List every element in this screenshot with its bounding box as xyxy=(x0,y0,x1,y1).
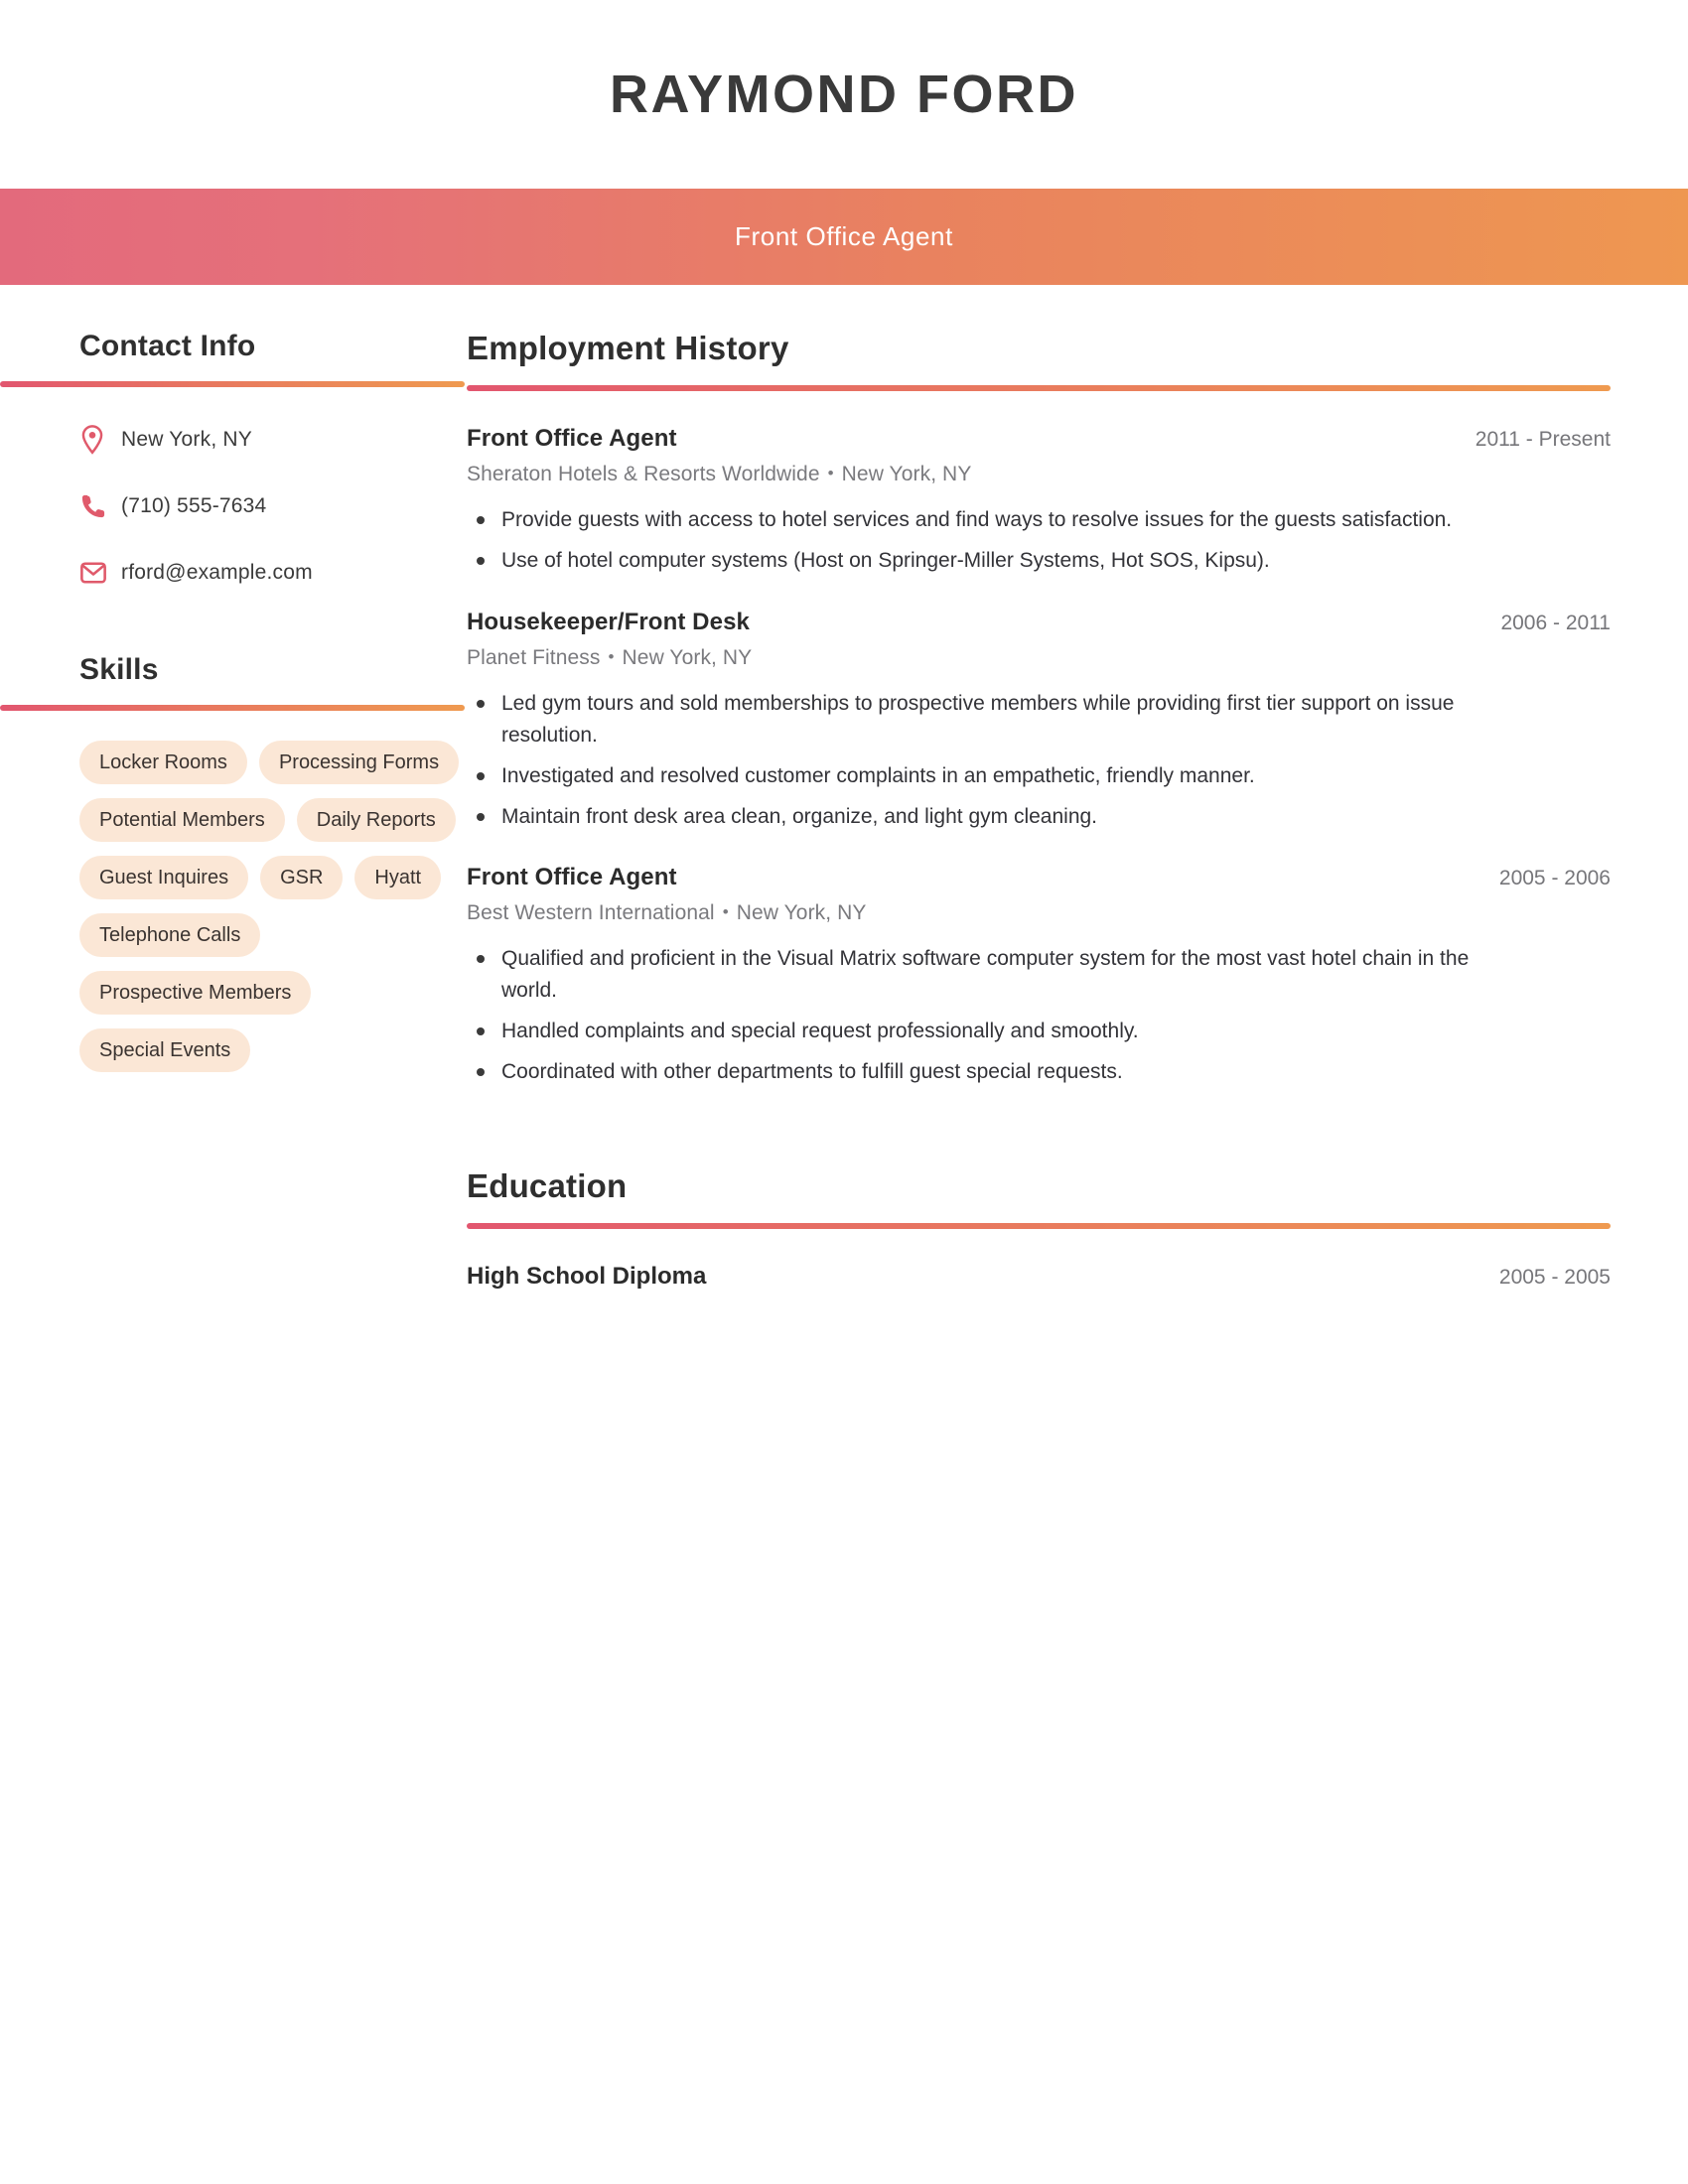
job-bullet-text: Use of hotel computer systems (Host on S… xyxy=(501,548,1270,572)
education-header: High School Diploma 2005 - 2005 xyxy=(467,1263,1611,1291)
job-header: Front Office Agent 2005 - 2006 xyxy=(467,864,1611,891)
job-meta: Planet Fitness • New York, NY xyxy=(467,646,1611,670)
contact-location-value: New York, NY xyxy=(121,428,252,451)
skills-section: Skills Locker Rooms Processing Forms Pot… xyxy=(0,653,467,1072)
job-company: Planet Fitness xyxy=(467,645,601,669)
job-company: Sheraton Hotels & Resorts Worldwide xyxy=(467,463,820,485)
bullet-dot-icon xyxy=(477,771,485,780)
bullet-dot-icon xyxy=(477,1068,485,1077)
job-dates: 2011 - Present xyxy=(1475,428,1611,451)
skill-pill: Processing Forms xyxy=(258,741,460,784)
resume-header: RAYMOND FORD xyxy=(0,0,1688,189)
job-bullet-text: Led gym tours and sold memberships to pr… xyxy=(501,691,1455,747)
skill-pill: Special Events xyxy=(79,1028,251,1072)
location-pin-icon xyxy=(79,424,121,456)
contact-item-phone: (710) 555-7634 xyxy=(79,483,467,529)
job-location: New York, NY xyxy=(736,901,867,925)
job-title-banner: Front Office Agent xyxy=(0,189,1688,285)
skills-divider xyxy=(0,705,465,711)
job-bullet: Coordinated with other departments to fu… xyxy=(467,1056,1504,1088)
job-bullet: Handled complaints and special request p… xyxy=(467,1016,1504,1047)
contact-list: New York, NY (710) 555-7634 rford@exampl… xyxy=(79,417,467,596)
job-entry: Housekeeper/Front Desk 2006 - 2011 Plane… xyxy=(467,609,1611,833)
bullet-dot-icon xyxy=(477,516,485,524)
job-bullet-text: Qualified and proficient in the Visual M… xyxy=(501,947,1470,1003)
education-divider xyxy=(467,1223,1611,1230)
skill-pill: Hyatt xyxy=(354,856,442,899)
job-bullet-text: Investigated and resolved customer compl… xyxy=(501,763,1255,787)
education-entry: High School Diploma 2005 - 2005 xyxy=(467,1263,1611,1291)
job-bullet-text: Provide guests with access to hotel serv… xyxy=(501,508,1453,531)
phone-icon xyxy=(79,492,121,520)
bullet-dot-icon xyxy=(477,556,485,565)
job-bullet: Provide guests with access to hotel serv… xyxy=(467,504,1504,536)
meta-separator-icon: • xyxy=(608,646,615,666)
employment-history-divider xyxy=(467,385,1611,391)
contact-info-divider xyxy=(0,381,465,387)
candidate-job-title: Front Office Agent xyxy=(735,221,953,251)
job-meta: Best Western International • New York, NY xyxy=(467,901,1611,925)
skill-pill: Locker Rooms xyxy=(79,741,247,784)
contact-item-email: rford@example.com xyxy=(79,550,467,596)
job-bullet-text: Coordinated with other departments to fu… xyxy=(501,1060,1123,1084)
job-company: Best Western International xyxy=(467,901,715,925)
job-entry: Front Office Agent 2011 - Present Sherat… xyxy=(467,425,1611,577)
employment-history-section: Employment History Front Office Agent 20… xyxy=(467,330,1611,1088)
bullet-dot-icon xyxy=(477,955,485,964)
job-header: Housekeeper/Front Desk 2006 - 2011 xyxy=(467,609,1611,636)
job-dates: 2005 - 2006 xyxy=(1498,867,1611,890)
skill-pill: Potential Members xyxy=(79,798,285,842)
job-role: Housekeeper/Front Desk xyxy=(467,608,750,635)
education-degree: High School Diploma xyxy=(467,1263,707,1291)
job-bullet: Maintain front desk area clean, organize… xyxy=(467,801,1504,833)
sidebar: Contact Info New York, NY (710) 555-7634… xyxy=(0,330,467,1130)
main-column: Employment History Front Office Agent 20… xyxy=(467,330,1688,1300)
job-entry: Front Office Agent 2005 - 2006 Best West… xyxy=(467,864,1611,1088)
skills-list: Locker Rooms Processing Forms Potential … xyxy=(79,741,467,1072)
education-section: Education High School Diploma 2005 - 200… xyxy=(467,1167,1611,1291)
job-bullet-list: Led gym tours and sold memberships to pr… xyxy=(467,688,1611,833)
contact-email-value: rford@example.com xyxy=(121,561,313,584)
skill-pill: Prospective Members xyxy=(79,971,312,1015)
job-bullet-text: Maintain front desk area clean, organize… xyxy=(501,804,1098,828)
job-location: New York, NY xyxy=(841,463,972,485)
job-meta: Sheraton Hotels & Resorts Worldwide • New … xyxy=(467,463,1611,486)
meta-separator-icon: • xyxy=(722,902,729,922)
contact-phone-value: (710) 555-7634 xyxy=(121,494,267,517)
job-bullet: Led gym tours and sold memberships to pr… xyxy=(467,688,1504,751)
job-header: Front Office Agent 2011 - Present xyxy=(467,425,1611,453)
job-bullet-list: Qualified and proficient in the Visual M… xyxy=(467,943,1611,1088)
skill-pill: Daily Reports xyxy=(296,798,456,842)
education-dates: 2005 - 2005 xyxy=(1498,1266,1611,1290)
job-bullet: Qualified and proficient in the Visual M… xyxy=(467,943,1504,1007)
contact-item-location: New York, NY xyxy=(79,417,467,463)
bullet-dot-icon xyxy=(477,1027,485,1036)
skills-heading: Skills xyxy=(79,653,159,686)
job-bullet: Investigated and resolved customer compl… xyxy=(467,760,1504,792)
skill-pill: Telephone Calls xyxy=(79,913,261,957)
job-dates: 2006 - 2011 xyxy=(1500,611,1611,634)
resume-document: RAYMOND FORD Front Office Agent Contact … xyxy=(0,0,1688,2184)
skill-pill: Guest Inquires xyxy=(79,856,249,899)
bullet-dot-icon xyxy=(477,812,485,821)
meta-separator-icon: • xyxy=(827,464,834,482)
employment-history-heading: Employment History xyxy=(467,330,789,366)
skill-pill: GSR xyxy=(260,856,344,899)
job-location: New York, NY xyxy=(622,645,753,669)
job-role: Front Office Agent xyxy=(467,864,677,891)
job-role: Front Office Agent xyxy=(467,425,677,452)
job-bullet-text: Handled complaints and special request p… xyxy=(501,1020,1139,1043)
bullet-dot-icon xyxy=(477,699,485,708)
education-heading: Education xyxy=(467,1167,628,1205)
job-bullet: Use of hotel computer systems (Host on S… xyxy=(467,545,1504,577)
envelope-icon xyxy=(79,561,121,585)
contact-info-heading: Contact Info xyxy=(79,330,256,362)
contact-info-section: Contact Info New York, NY (710) 555-7634… xyxy=(0,330,467,596)
job-bullet-list: Provide guests with access to hotel serv… xyxy=(467,504,1611,577)
resume-body: Contact Info New York, NY (710) 555-7634… xyxy=(0,285,1688,1300)
candidate-name: RAYMOND FORD xyxy=(609,65,1079,124)
